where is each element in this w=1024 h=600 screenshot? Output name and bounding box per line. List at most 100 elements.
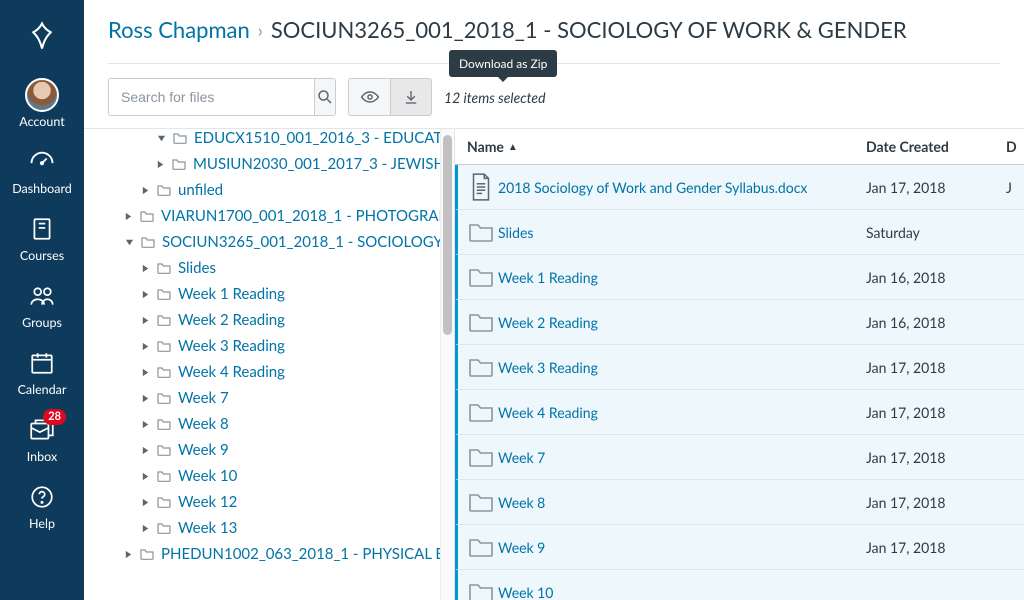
column-extra-header[interactable]: D <box>1006 138 1024 155</box>
tree-item[interactable]: EDUCX1510_001_2016_3 - EDUCAT <box>102 129 444 151</box>
caret-right-icon[interactable] <box>140 394 150 403</box>
calendar-icon <box>29 348 55 378</box>
caret-right-icon[interactable] <box>140 524 150 533</box>
column-name-header[interactable]: Name ▲ <box>455 138 866 155</box>
file-row[interactable]: SlidesSaturday <box>455 210 1024 255</box>
tree-item[interactable]: Week 7 <box>102 385 444 411</box>
folder-icon <box>156 521 172 535</box>
tree-item-label: EDUCX1510_001_2016_3 - EDUCAT <box>194 129 442 147</box>
nav-dashboard[interactable]: Dashboard <box>0 137 84 204</box>
caret-right-icon[interactable] <box>124 212 133 221</box>
nav-inbox[interactable]: 28 Inbox <box>0 405 84 472</box>
nav-courses[interactable]: Courses <box>0 204 84 271</box>
caret-right-icon[interactable] <box>140 472 150 481</box>
tree-item[interactable]: Week 8 <box>102 411 444 437</box>
scrollbar-thumb[interactable] <box>443 135 452 335</box>
caret-right-icon[interactable] <box>124 550 133 559</box>
caret-right-icon[interactable] <box>140 264 150 273</box>
tree-item-label: PHEDUN1002_063_2018_1 - PHYSICAL E <box>161 545 444 563</box>
file-date: Jan 16, 2018 <box>866 269 1006 286</box>
tree-item[interactable]: PHEDUN1002_063_2018_1 - PHYSICAL E <box>102 541 444 567</box>
file-row[interactable]: Week 7Jan 17, 2018 <box>455 435 1024 480</box>
caret-right-icon[interactable] <box>140 498 150 507</box>
caret-down-icon[interactable] <box>124 238 134 247</box>
book-icon <box>29 214 55 244</box>
file-name[interactable]: 2018 Sociology of Work and Gender Syllab… <box>498 179 866 196</box>
nav-label: Inbox <box>27 449 57 464</box>
caret-right-icon[interactable] <box>156 160 165 169</box>
tree-item[interactable]: unfiled <box>102 177 444 203</box>
preview-button[interactable] <box>348 78 390 116</box>
tree-item[interactable]: Week 3 Reading <box>102 333 444 359</box>
nav-account[interactable]: Account <box>0 70 84 137</box>
nav-help[interactable]: Help <box>0 472 84 539</box>
people-icon <box>27 281 57 311</box>
download-zip-button[interactable] <box>390 78 432 116</box>
caret-right-icon[interactable] <box>140 420 150 429</box>
file-row[interactable]: Week 9Jan 17, 2018 <box>455 525 1024 570</box>
file-row[interactable]: Week 4 ReadingJan 17, 2018 <box>455 390 1024 435</box>
nav-groups[interactable]: Groups <box>0 271 84 338</box>
caret-right-icon[interactable] <box>140 368 150 377</box>
tree-item[interactable]: MUSIUN2030_001_2017_3 - JEWISH <box>102 151 444 177</box>
breadcrumb-separator: › <box>258 19 263 41</box>
tree-item[interactable]: Slides <box>102 255 444 281</box>
file-name[interactable]: Week 3 Reading <box>498 359 866 376</box>
search-box <box>108 78 336 116</box>
inbox-badge: 28 <box>43 409 66 425</box>
folder-icon <box>156 443 172 457</box>
tree-item[interactable]: Week 10 <box>102 463 444 489</box>
file-name[interactable]: Week 9 <box>498 539 866 556</box>
avatar-icon <box>25 78 59 112</box>
folder-tree-panel: EDUCX1510_001_2016_3 - EDUCAT MUSIUN2030_… <box>84 129 454 600</box>
file-name[interactable]: Week 1 Reading <box>498 269 866 286</box>
tree-scrollbar[interactable] <box>440 129 454 600</box>
caret-right-icon[interactable] <box>140 186 150 195</box>
search-input[interactable] <box>109 79 314 115</box>
tree-item[interactable]: Week 12 <box>102 489 444 515</box>
tree-item-label: SOCIUN3265_001_2018_1 - SOCIOLOGY <box>162 233 443 251</box>
file-row[interactable]: 2018 Sociology of Work and Gender Syllab… <box>455 165 1024 210</box>
tree-item[interactable]: Week 2 Reading <box>102 307 444 333</box>
file-name[interactable]: Week 10 <box>498 584 866 600</box>
folder-icon <box>458 354 498 380</box>
tree-item-label: Week 13 <box>178 519 237 537</box>
file-date: Jan 17, 2018 <box>866 449 1006 466</box>
search-button[interactable] <box>314 79 335 115</box>
column-date-header[interactable]: Date Created <box>866 138 1006 155</box>
file-row[interactable]: Week 2 ReadingJan 16, 2018 <box>455 300 1024 345</box>
tree-item[interactable]: Week 4 Reading <box>102 359 444 385</box>
tree-item[interactable]: Week 1 Reading <box>102 281 444 307</box>
tree-item[interactable]: SOCIUN3265_001_2018_1 - SOCIOLOGY <box>102 229 444 255</box>
breadcrumb: Ross Chapman › SOCIUN3265_001_2018_1 - S… <box>108 16 1000 43</box>
file-name[interactable]: Week 8 <box>498 494 866 511</box>
file-row[interactable]: Week 3 ReadingJan 17, 2018 <box>455 345 1024 390</box>
caret-right-icon[interactable] <box>140 290 150 299</box>
file-row[interactable]: Week 8Jan 17, 2018 <box>455 480 1024 525</box>
tree-item-label: Week 2 Reading <box>178 311 285 329</box>
nav-label: Courses <box>20 248 64 263</box>
tree-item-label: MUSIUN2030_001_2017_3 - JEWISH <box>193 155 445 173</box>
file-row[interactable]: Week 10 <box>455 570 1024 600</box>
folder-icon <box>156 495 172 509</box>
file-name[interactable]: Week 2 Reading <box>498 314 866 331</box>
file-row[interactable]: Week 1 ReadingJan 16, 2018 <box>455 255 1024 300</box>
caret-right-icon[interactable] <box>140 316 150 325</box>
caret-right-icon[interactable] <box>140 446 150 455</box>
folder-icon <box>139 547 155 561</box>
tree-item[interactable]: VIARUN1700_001_2018_1 - PHOTOGRAF <box>102 203 444 229</box>
caret-right-icon[interactable] <box>140 342 150 351</box>
folder-icon <box>458 444 498 470</box>
tree-item-label: Week 12 <box>178 493 237 511</box>
nav-calendar[interactable]: Calendar <box>0 338 84 405</box>
file-name[interactable]: Slides <box>498 224 866 241</box>
caret-down-icon[interactable] <box>156 134 166 143</box>
tree-item[interactable]: Week 9 <box>102 437 444 463</box>
app-logo-icon[interactable] <box>22 16 62 56</box>
folder-icon <box>139 209 155 223</box>
file-name[interactable]: Week 7 <box>498 449 866 466</box>
file-name[interactable]: Week 4 Reading <box>498 404 866 421</box>
tree-item-label: Week 4 Reading <box>178 363 285 381</box>
tree-item[interactable]: Week 13 <box>102 515 444 541</box>
breadcrumb-user-link[interactable]: Ross Chapman <box>108 16 250 43</box>
